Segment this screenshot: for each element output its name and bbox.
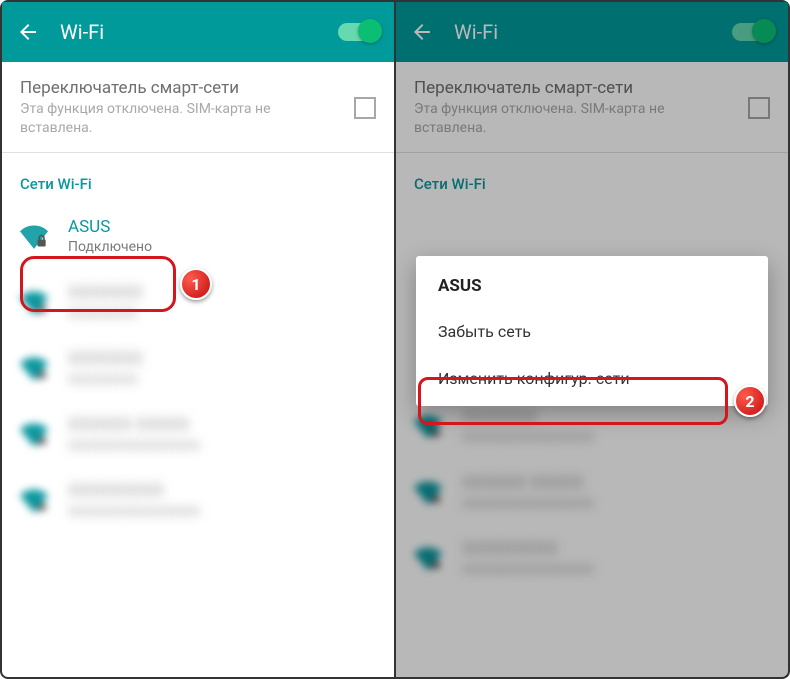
network-name: ASUS (68, 217, 376, 237)
screen-context-menu: Wi-Fi Переключатель смарт-сети Эта функц… (394, 2, 788, 677)
step-badge-2: 2 (734, 385, 766, 417)
appbar: Wi-Fi (396, 2, 788, 62)
step-badge-1: 1 (180, 268, 212, 300)
context-menu: ASUS Забыть сеть Изменить конфигур. сети (416, 256, 768, 406)
network-item-blurred[interactable]: XXXXXXXXXxxxxxxxxxxxxxxxxxxx (2, 467, 394, 533)
wifi-lock-icon (20, 354, 48, 382)
appbar-title: Wi-Fi (60, 20, 338, 44)
smart-network-row[interactable]: Переключатель смарт-сети Эта функция отк… (2, 62, 394, 153)
section-label: Сети Wi-Fi (2, 153, 394, 203)
wifi-lock-icon (414, 544, 442, 572)
wifi-lock-icon (414, 412, 442, 440)
wifi-lock-icon (20, 222, 48, 250)
wifi-lock-icon (20, 486, 48, 514)
menu-modify-network[interactable]: Изменить конфигур. сети (416, 355, 768, 402)
wifi-lock-icon (20, 420, 48, 448)
menu-forget-network[interactable]: Забыть сеть (416, 308, 768, 355)
screen-wifi-list: Wi-Fi Переключатель смарт-сети Эта функц… (2, 2, 394, 677)
smart-checkbox[interactable] (748, 97, 770, 119)
wifi-lock-icon (20, 288, 48, 316)
back-arrow-icon[interactable] (16, 20, 40, 44)
smart-title: Переключатель смарт-сети (20, 78, 346, 98)
smart-title: Переключатель смарт-сети (414, 78, 740, 98)
wifi-toggle[interactable] (732, 23, 774, 41)
network-item-blurred[interactable]: XXXXXXXXXxxxxxxxxxxxxxxxxxxx (396, 525, 788, 591)
network-item-asus[interactable]: ASUS Подключено (2, 203, 394, 269)
wifi-toggle[interactable] (338, 23, 380, 41)
network-status: Подключено (68, 239, 376, 255)
appbar-title: Wi-Fi (454, 20, 732, 44)
network-item-blurred[interactable]: XXXXXXXxxxxxxxxxx (2, 335, 394, 401)
smart-network-row[interactable]: Переключатель смарт-сети Эта функция отк… (396, 62, 788, 153)
network-item-blurred[interactable]: XXXXXX XXXXXxxxxxxxxxxxxxxxxxxx (2, 401, 394, 467)
wifi-lock-icon (414, 478, 442, 506)
smart-sub: Эта функция отключена. SIM-карта не вста… (414, 100, 740, 138)
back-arrow-icon[interactable] (410, 20, 434, 44)
network-item-blurred[interactable]: XXXXXX XXXXXxxxxxxxxxxxxxxxxxxx (396, 459, 788, 525)
section-label: Сети Wi-Fi (396, 153, 788, 203)
appbar: Wi-Fi (2, 2, 394, 62)
smart-checkbox[interactable] (354, 97, 376, 119)
popup-title: ASUS (416, 260, 768, 308)
smart-sub: Эта функция отключена. SIM-карта не вста… (20, 100, 346, 138)
